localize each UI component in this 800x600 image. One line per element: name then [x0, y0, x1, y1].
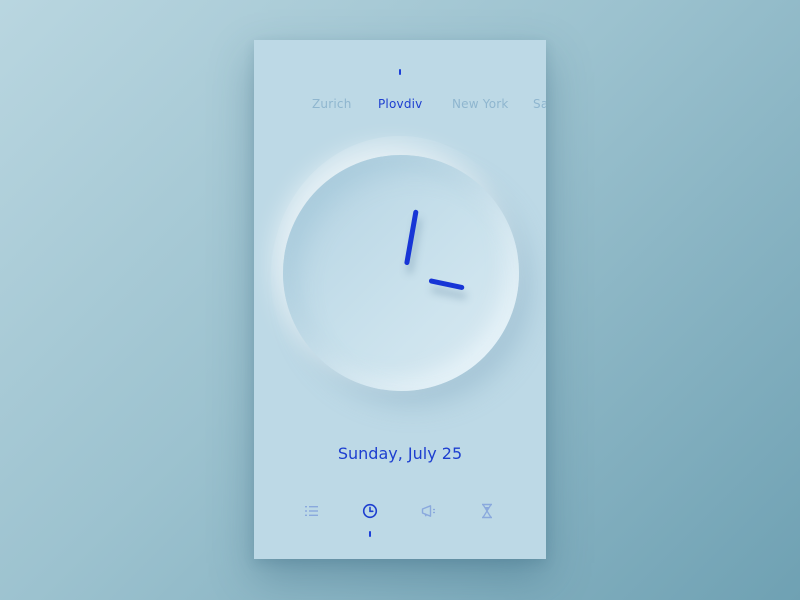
hourglass-icon: [482, 503, 492, 519]
phone-screen: Zurich Plovdiv New York Sa Sunday, July …: [254, 40, 546, 559]
city-tab-new-york[interactable]: New York: [452, 97, 509, 111]
bottom-nav: [254, 502, 546, 522]
clock-icon: [362, 503, 378, 519]
megaphone-icon: [421, 505, 435, 517]
date-label: Sunday, July 25: [337, 444, 463, 463]
nav-list-button[interactable]: [303, 502, 321, 520]
active-tab-indicator: [369, 531, 371, 537]
nav-timer-button[interactable]: [478, 502, 496, 520]
list-icon: [305, 506, 318, 516]
nav-clock-button[interactable]: [361, 502, 379, 520]
nav-announcements-button[interactable]: [420, 502, 438, 520]
selected-city-indicator: [399, 69, 401, 75]
city-carousel[interactable]: Zurich Plovdiv New York Sa: [254, 97, 546, 115]
clock-face: [283, 155, 519, 391]
city-tab-partial[interactable]: Sa: [533, 97, 546, 111]
city-tab-zurich[interactable]: Zurich: [312, 97, 352, 111]
city-tab-plovdiv[interactable]: Plovdiv: [378, 97, 422, 111]
